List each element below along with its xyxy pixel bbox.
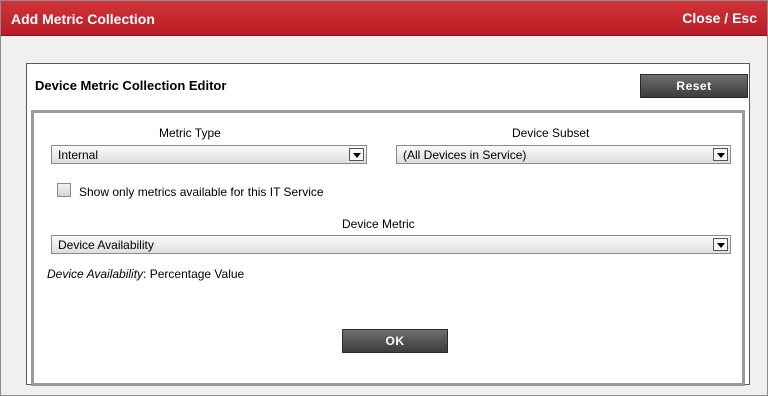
add-metric-collection-dialog: Add Metric Collection Close / Esc Device…: [0, 0, 768, 396]
metric-type-label: Metric Type: [159, 126, 221, 140]
metric-type-select[interactable]: Internal: [51, 145, 367, 164]
chevron-down-icon: [349, 148, 364, 161]
device-metric-value: Device Availability: [58, 238, 154, 252]
device-metric-select[interactable]: Device Availability: [51, 235, 731, 254]
metric-description-name: Device Availability: [47, 267, 144, 281]
editor-header: Device Metric Collection Editor Reset: [27, 64, 749, 104]
device-subset-select[interactable]: (All Devices in Service): [396, 145, 731, 164]
metric-description-text: : Percentage Value: [143, 267, 245, 281]
checkbox-label: Show only metrics available for this IT …: [79, 185, 324, 199]
dialog-titlebar: Add Metric Collection Close / Esc: [1, 1, 767, 36]
metric-type-value: Internal: [58, 148, 99, 162]
device-metric-label: Device Metric: [342, 217, 415, 231]
chevron-down-icon: [713, 238, 728, 251]
editor-form: Metric Type Internal Device Subset (All …: [31, 110, 745, 386]
dialog-title: Add Metric Collection: [11, 11, 155, 27]
editor-title: Device Metric Collection Editor: [35, 78, 227, 93]
metric-collection-editor: Device Metric Collection Editor Reset Me…: [26, 63, 750, 386]
ok-button[interactable]: OK: [342, 329, 448, 353]
reset-button[interactable]: Reset: [640, 74, 748, 98]
device-subset-value: (All Devices in Service): [403, 148, 527, 162]
close-button[interactable]: Close / Esc: [682, 10, 757, 26]
device-subset-label: Device Subset: [512, 126, 590, 140]
show-only-it-service-checkbox[interactable]: [57, 183, 71, 197]
metric-description: Device Availability: Percentage Value: [47, 267, 244, 281]
chevron-down-icon: [713, 148, 728, 161]
